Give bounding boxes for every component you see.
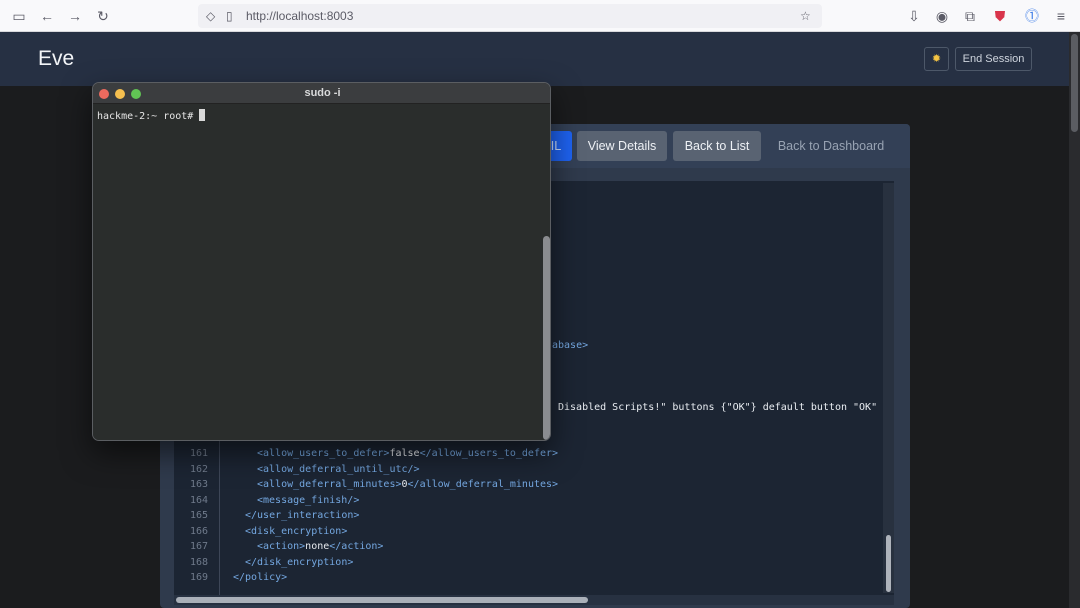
reload-icon[interactable]: ↻ [94, 7, 112, 25]
code-text: <allow_deferral_minutes>0</allow_deferra… [257, 479, 559, 490]
code-horizontal-scrollbar[interactable] [174, 595, 894, 605]
page-scrollbar-thumb[interactable] [1071, 34, 1078, 132]
code-line: 162 <allow_deferral_until_utc/> [174, 462, 874, 478]
theme-toggle-button[interactable]: ✹ [924, 47, 949, 71]
terminal-content[interactable]: hackme-2:~ root# [93, 104, 550, 440]
shield-icon[interactable]: ◇ [206, 9, 215, 23]
address-bar[interactable]: ◇ ▯ http://localhost:8003 ☆ [198, 4, 822, 28]
code-text: <message_finish/> [257, 494, 360, 506]
code-line: 168 </disk_encryption> [174, 555, 874, 571]
menu-hamburger-icon[interactable]: ≡ [1052, 7, 1070, 25]
code-vertical-scrollbar[interactable] [883, 183, 894, 593]
terminal-title: sudo -i [304, 87, 341, 99]
url-text[interactable]: http://localhost:8003 [246, 9, 353, 23]
terminal-scrollbar-thumb[interactable] [543, 236, 550, 440]
code-horizontal-scrollbar-thumb[interactable] [176, 597, 588, 603]
page-icon: ▯ [226, 9, 233, 23]
code-text: </policy> [233, 572, 288, 583]
sun-icon: ✹ [931, 53, 942, 65]
line-number: 168 [189, 556, 208, 568]
page-scrollbar[interactable] [1069, 32, 1080, 608]
line-number: 169 [189, 572, 208, 583]
line-number: 161 [189, 448, 208, 459]
code-text: </disk_encryption> [245, 556, 354, 568]
line-number: 167 [189, 541, 208, 552]
code-vertical-scrollbar-thumb[interactable] [886, 535, 891, 592]
code-text: <disk_encryption> [245, 525, 348, 537]
forward-arrow-icon[interactable]: → [66, 7, 84, 25]
terminal-titlebar[interactable]: sudo -i [93, 83, 550, 104]
download-icon[interactable]: ⇩ [905, 7, 923, 25]
end-session-button[interactable]: End Session [955, 47, 1032, 71]
account-icon[interactable]: ◉ [933, 7, 951, 25]
back-to-dashboard-link[interactable]: Back to Dashboard [767, 131, 895, 161]
code-line: 169 </policy> [174, 570, 874, 586]
code-text: <action>none</action> [257, 541, 384, 552]
terminal-prompt-line[interactable]: hackme-2:~ root# [97, 109, 206, 122]
terminal-prompt: hackme-2:~ root# [97, 111, 194, 122]
ublock-shield-icon[interactable]: ⛊ [991, 7, 1009, 25]
code-line: 163 <allow_deferral_minutes>0</allow_defe… [174, 477, 874, 493]
extensions-icon[interactable]: ⧉ [961, 7, 979, 25]
terminal-window[interactable]: sudo -i hackme-2:~ root# [92, 82, 551, 441]
code-line: 164 <message_finish/> [174, 493, 874, 509]
line-number: 164 [189, 494, 208, 506]
sidebar-toggle-icon[interactable]: ▭ [10, 7, 28, 25]
code-text: <allow_deferral_until_utc/> [257, 463, 420, 475]
terminal-scrollbar[interactable] [541, 104, 550, 440]
line-number: 163 [189, 479, 208, 490]
browser-toolbar: ▭ ← → ↻ ◇ ▯ http://localhost:8003 ☆ ⇩ ◉ … [0, 0, 1080, 32]
code-text: </user_interaction> [245, 510, 360, 521]
line-number: 166 [189, 525, 208, 537]
code-line: 165 </user_interaction> [174, 508, 874, 524]
brand-logo[interactable]: Eve [38, 47, 74, 71]
back-to-list-button[interactable]: Back to List [673, 131, 761, 161]
code-text: <allow_users_to_defer>false</allow_users… [257, 448, 559, 459]
back-arrow-icon[interactable]: ← [38, 7, 56, 25]
terminal-cursor [199, 109, 206, 121]
code-line: 161 <allow_users_to_defer>false</allow_us… [174, 446, 874, 462]
password-manager-icon[interactable]: ⓵ [1023, 7, 1041, 25]
line-number: 165 [189, 510, 208, 521]
code-line: 167 <action>none</action> [174, 539, 874, 555]
code-line: 166 <disk_encryption> [174, 524, 874, 540]
bookmark-star-icon[interactable]: ☆ [800, 9, 811, 23]
view-details-button[interactable]: View Details [577, 131, 667, 161]
line-number: 162 [189, 463, 208, 475]
app-header: Eve ✹ End Session [0, 32, 1080, 86]
